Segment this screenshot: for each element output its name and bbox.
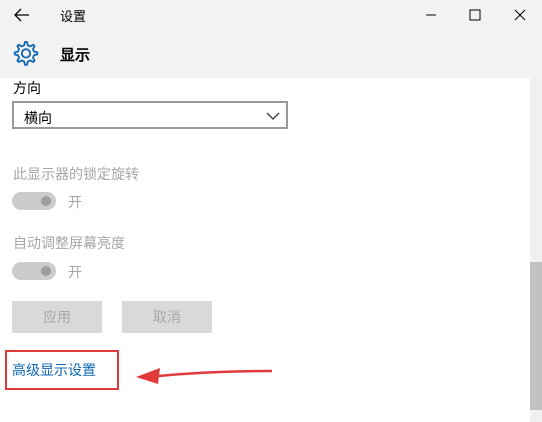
annotation-arrow-icon: [136, 368, 273, 384]
maximize-button[interactable]: [452, 0, 498, 30]
page-title: 显示: [60, 46, 91, 64]
cancel-button[interactable]: 取消: [122, 301, 212, 333]
page-header: 显示: [0, 30, 542, 78]
lock-rotation-label: 此显示器的锁定旋转: [13, 167, 139, 183]
title-bar: 设置: [0, 0, 542, 30]
back-arrow-icon: [14, 8, 29, 22]
minimize-button[interactable]: [408, 0, 454, 30]
orientation-label: 方向: [13, 81, 41, 97]
apply-button[interactable]: 应用: [12, 301, 102, 333]
orientation-selected-value: 横向: [24, 111, 52, 127]
chevron-down-icon: [266, 112, 280, 120]
close-button[interactable]: [497, 0, 542, 30]
display-settings-panel: 方向 横向 此显示器的锁定旋转 开 自动调整屏幕亮度 开 应用 取消 高级显示设…: [0, 78, 530, 422]
advanced-display-settings-link[interactable]: 高级显示设置: [12, 360, 96, 380]
maximize-icon: [469, 9, 481, 21]
lock-rotation-toggle[interactable]: [12, 192, 56, 210]
lock-rotation-state: 开: [68, 195, 82, 211]
auto-brightness-state: 开: [68, 265, 82, 281]
auto-brightness-toggle[interactable]: [12, 262, 56, 280]
toggle-knob: [41, 266, 51, 276]
minimize-icon: [426, 14, 436, 16]
toggle-knob: [41, 196, 51, 206]
back-button[interactable]: [8, 3, 36, 27]
window-title: 设置: [60, 10, 87, 25]
close-icon: [514, 9, 526, 21]
auto-brightness-label: 自动调整屏幕亮度: [13, 236, 125, 252]
gear-icon: [13, 41, 39, 66]
scrollbar-thumb[interactable]: [530, 262, 542, 410]
orientation-dropdown[interactable]: 横向: [12, 101, 288, 129]
